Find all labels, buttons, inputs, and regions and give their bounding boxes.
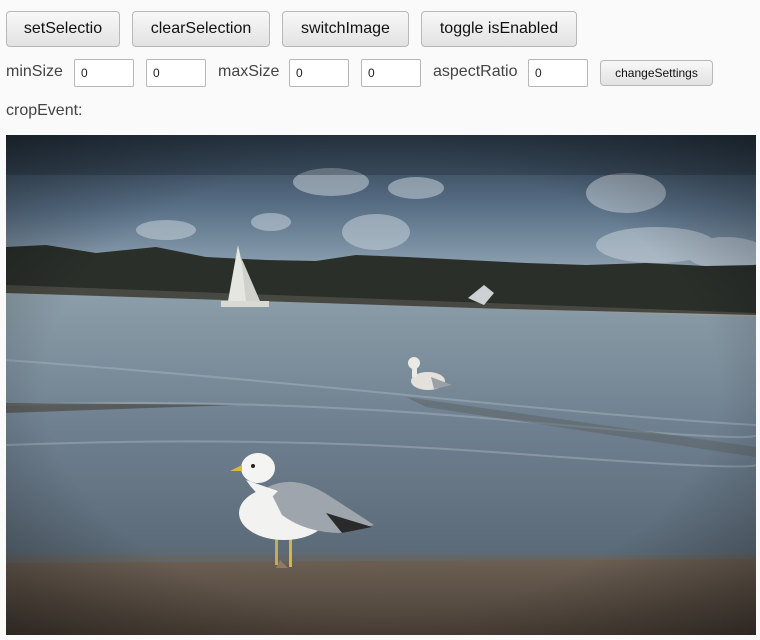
- min-size-label: minSize: [6, 63, 63, 80]
- max-size-width-input[interactable]: [289, 59, 349, 87]
- min-size-width-input[interactable]: [74, 59, 134, 87]
- aspect-ratio-input[interactable]: [528, 59, 588, 87]
- clear-selection-button[interactable]: clearSelection: [132, 11, 270, 47]
- toggle-enabled-button[interactable]: toggle isEnabled: [421, 11, 577, 47]
- switch-image-button[interactable]: switchImage: [282, 11, 409, 47]
- min-size-height-input[interactable]: [146, 59, 206, 87]
- max-size-height-input[interactable]: [361, 59, 421, 87]
- crop-image[interactable]: [6, 135, 756, 635]
- set-selection-button[interactable]: setSelectio: [6, 11, 120, 47]
- max-size-label: maxSize: [218, 63, 280, 80]
- crop-event-label: cropEvent:: [6, 102, 83, 119]
- change-settings-button[interactable]: changeSettings: [600, 60, 713, 86]
- aspect-ratio-label: aspectRatio: [433, 63, 518, 80]
